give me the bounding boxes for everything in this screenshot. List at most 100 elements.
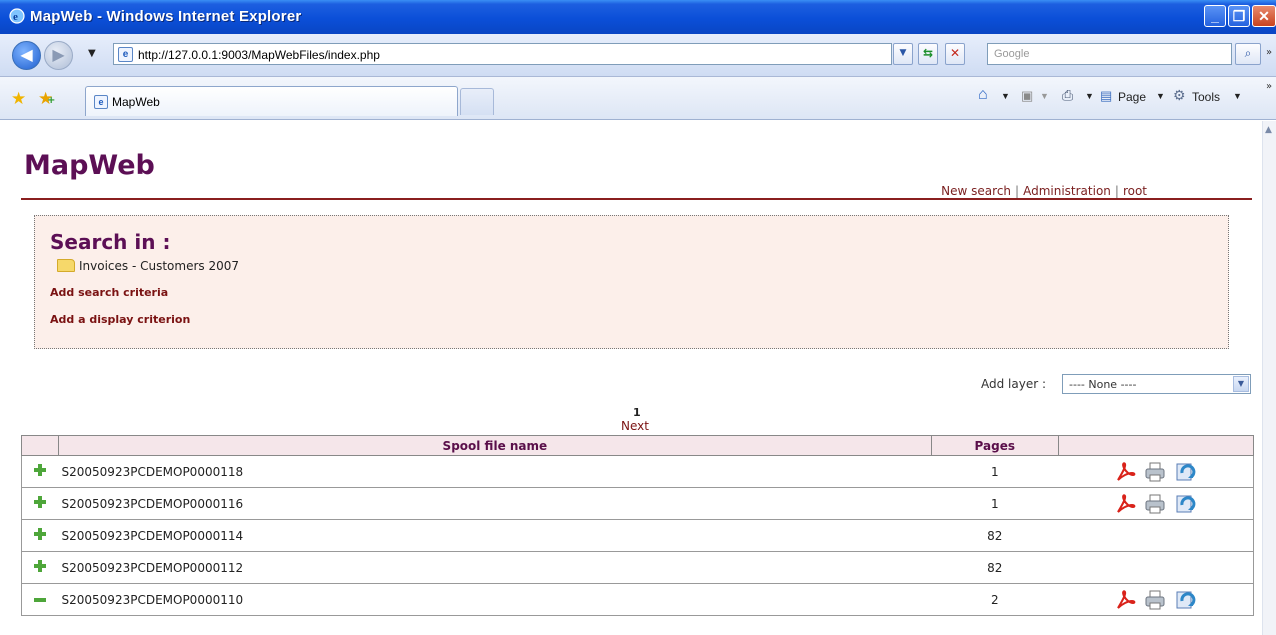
maximize-button[interactable]: ❐ <box>1228 5 1250 27</box>
tab-mapweb[interactable]: e MapWeb <box>85 86 458 116</box>
table-row: S20050923PCDEMOP0000118 1 <box>20 455 1255 488</box>
page-count: 1 <box>931 487 1059 520</box>
row-actions <box>1058 583 1255 616</box>
export-icon[interactable] <box>1174 461 1196 483</box>
vertical-scrollbar[interactable]: ▲ <box>1262 121 1276 635</box>
close-button[interactable]: ✕ <box>1252 5 1276 27</box>
printer-icon[interactable] <box>1144 493 1166 515</box>
title-bar: e MapWeb - Windows Internet Explorer _ ❐… <box>0 0 1276 34</box>
search-folder[interactable]: Invoices - Customers 2007 <box>57 259 239 273</box>
add-search-criteria-link[interactable]: Add search criteria <box>50 286 168 299</box>
add-layer-select[interactable]: ---- None ---- ▼ <box>1062 374 1251 394</box>
expand-icon[interactable] <box>34 560 47 572</box>
spool-file-name[interactable]: S20050923PCDEMOP0000112 <box>58 551 932 584</box>
pages-header: Pages <box>930 435 1059 456</box>
add-layer-label: Add layer : <box>981 377 1047 391</box>
expand-icon[interactable] <box>34 528 47 540</box>
chevron-right-icon[interactable]: » <box>1266 47 1272 58</box>
row-toggle-cell <box>20 455 59 488</box>
page-icon: e <box>94 95 108 109</box>
table-row: S20050923PCDEMOP0000110 2 <box>20 583 1255 616</box>
tools-menu-button[interactable]: Tools <box>1192 90 1220 104</box>
table-row: S20050923PCDEMOP0000112 82 <box>20 551 1255 584</box>
add-display-criterion-link[interactable]: Add a display criterion <box>50 313 190 326</box>
administration-link[interactable]: Administration <box>1023 184 1111 198</box>
stop-button[interactable]: ✕ <box>945 43 965 65</box>
address-toolbar: ◀ ▶ ▼ e http://127.0.0.1:9003/MapWebFile… <box>0 34 1276 77</box>
scroll-up-icon[interactable]: ▲ <box>1265 125 1272 135</box>
header-divider <box>21 198 1252 200</box>
favorites-star-icon[interactable]: ★ <box>11 89 26 109</box>
row-toggle-cell <box>20 583 59 616</box>
add-layer-value: ---- None ---- <box>1069 378 1137 391</box>
recent-pages-dropdown[interactable]: ▼ <box>88 48 96 59</box>
url-text: http://127.0.0.1:9003/MapWebFiles/index.… <box>138 48 380 62</box>
home-icon[interactable]: ⌂ <box>978 86 988 104</box>
table-row: S20050923PCDEMOP0000114 82 <box>20 519 1255 552</box>
expand-column-header <box>20 435 60 456</box>
printer-icon[interactable] <box>1144 461 1166 483</box>
spool-file-name[interactable]: S20050923PCDEMOP0000118 <box>58 455 932 488</box>
search-icon[interactable]: ⌕ <box>1235 43 1261 65</box>
export-icon[interactable] <box>1174 493 1196 515</box>
table-row: S20050923PCDEMOP0000116 1 <box>20 487 1255 520</box>
chevron-down-icon[interactable]: ▼ <box>1233 376 1249 392</box>
spool-file-name[interactable]: S20050923PCDEMOP0000116 <box>58 487 932 520</box>
pdf-icon[interactable] <box>1114 589 1136 611</box>
tools-dropdown-icon[interactable]: ▼ <box>1233 91 1242 101</box>
home-dropdown-icon[interactable]: ▼ <box>1001 91 1010 101</box>
printer-icon[interactable] <box>1144 589 1166 611</box>
feeds-dropdown-icon[interactable]: ▼ <box>1040 91 1049 101</box>
spool-file-name[interactable]: S20050923PCDEMOP0000110 <box>58 583 932 616</box>
search-panel: Search in : Invoices - Customers 2007 Ad… <box>34 215 1229 349</box>
next-page-link[interactable]: Next <box>621 419 649 433</box>
user-link[interactable]: root <box>1123 184 1147 198</box>
feeds-icon[interactable]: ▣ <box>1021 88 1033 104</box>
pdf-icon[interactable] <box>1114 493 1136 515</box>
row-actions <box>1058 455 1255 488</box>
expand-icon[interactable] <box>34 496 47 508</box>
spool-file-name-header: Spool file name <box>58 435 932 456</box>
add-favorite-icon[interactable]: ★ + <box>38 89 55 109</box>
tools-gear-icon[interactable]: ⚙ <box>1173 87 1186 104</box>
separator: | <box>1114 184 1119 198</box>
chevron-right-icon[interactable]: » <box>1266 81 1272 92</box>
folder-icon <box>57 259 75 272</box>
top-navigation: New search | Administration | root <box>941 184 1147 198</box>
search-input[interactable]: Google <box>987 43 1232 65</box>
page-count: 82 <box>931 519 1059 552</box>
refresh-button[interactable]: ⇆ <box>918 43 938 65</box>
ie-icon: e <box>9 8 25 24</box>
separator: | <box>1015 184 1020 198</box>
forward-button[interactable]: ▶ <box>44 41 73 70</box>
address-field[interactable]: e http://127.0.0.1:9003/MapWebFiles/inde… <box>113 43 892 65</box>
pdf-icon[interactable] <box>1114 461 1136 483</box>
collapse-icon[interactable] <box>34 598 47 602</box>
row-toggle-cell <box>20 519 59 552</box>
window-title: MapWeb - Windows Internet Explorer <box>30 8 302 25</box>
print-dropdown-icon[interactable]: ▼ <box>1085 91 1094 101</box>
spool-file-name[interactable]: S20050923PCDEMOP0000114 <box>58 519 932 552</box>
page-menu-icon[interactable]: ▤ <box>1100 88 1112 104</box>
page-menu-dropdown-icon[interactable]: ▼ <box>1156 91 1165 101</box>
page-content: MapWeb New search | Administration | root Se… <box>0 121 1262 635</box>
export-icon[interactable] <box>1174 589 1196 611</box>
table-header-row: Spool file name Pages <box>20 435 1255 456</box>
page-count: 82 <box>931 551 1059 584</box>
row-actions <box>1058 487 1255 520</box>
back-button[interactable]: ◀ <box>12 41 41 70</box>
actions-header <box>1057 435 1255 456</box>
folder-label: Invoices - Customers 2007 <box>79 259 240 273</box>
expand-icon[interactable] <box>34 464 47 476</box>
print-icon[interactable]: ⎙ <box>1062 87 1073 104</box>
row-actions <box>1058 519 1255 552</box>
page-menu-button[interactable]: Page <box>1118 90 1146 104</box>
page-icon: e <box>118 47 133 62</box>
new-search-link[interactable]: New search <box>941 184 1011 198</box>
new-tab-button[interactable] <box>460 88 494 115</box>
tab-toolbar: ★ ★ + e MapWeb ⌂ ▼ ▣ ▼ ⎙ ▼ ▤ Page ▼ ⚙ Too… <box>0 77 1276 120</box>
results-table: Spool file name Pages S20050923PCDEMOP00… <box>20 435 1255 616</box>
minimize-button[interactable]: _ <box>1204 5 1226 27</box>
address-dropdown-button[interactable]: ▼ <box>893 43 913 65</box>
tab-label: MapWeb <box>112 95 160 109</box>
